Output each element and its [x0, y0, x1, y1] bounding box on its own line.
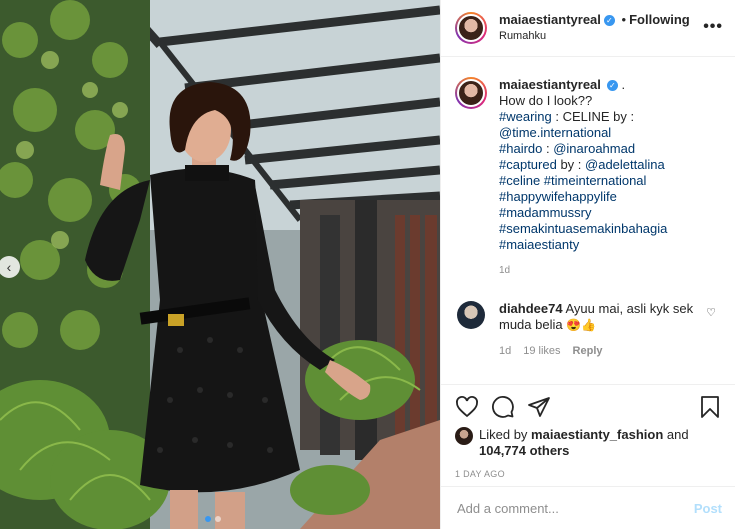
comment-like-heart-icon[interactable]: ♡	[706, 306, 716, 319]
post-timestamp[interactable]: 1 DAY AGO	[455, 469, 722, 479]
commenter-avatar[interactable]	[457, 301, 485, 329]
hashtag-link[interactable]: #madammussry	[499, 205, 719, 221]
mention-link[interactable]: @time.international	[499, 125, 719, 141]
comment-body: diahdee74 Ayuu mai, asli kyk sek muda be…	[499, 301, 699, 359]
comments-list[interactable]: maiaestiantyreal ✓ . How do I look?? #wea…	[441, 56, 735, 384]
more-options-icon[interactable]: •••	[703, 18, 723, 36]
verified-badge-icon: ✓	[603, 15, 615, 27]
hashtag-link[interactable]: #celine #timeinternational	[499, 173, 719, 189]
caption-captured-line: #captured by : @adelettalina	[499, 157, 719, 173]
comment-emojis: 😍👍	[566, 318, 597, 332]
following-button[interactable]: Following	[629, 12, 690, 27]
likes-text: Liked by maiaestianty_fashion and 104,77…	[479, 427, 689, 459]
header-text: maiaestiantyreal ✓ • Following Rumahku	[499, 12, 690, 44]
mention-link[interactable]: @adelettalina	[585, 157, 665, 172]
comment-likes-count[interactable]: 19 likes	[523, 343, 560, 359]
hashtag-link[interactable]: #happywifehappylife	[499, 189, 719, 205]
add-comment-input[interactable]	[455, 499, 694, 517]
carousel-indicator	[205, 516, 221, 522]
hashtag-link[interactable]: #semakintuasemakinbahagia	[499, 221, 719, 237]
location-link[interactable]: Rumahku	[499, 28, 690, 44]
caption-time: 1d	[499, 265, 511, 276]
follow-separator: •	[621, 12, 627, 27]
likes-count[interactable]: 104,774 others	[479, 443, 569, 458]
caption-wearing-line: #wearing : CELINE by :	[499, 109, 719, 125]
likes-summary: Liked by maiaestianty_fashion and 104,77…	[455, 427, 722, 459]
carousel-dot-2	[215, 516, 221, 522]
post-side-panel: maiaestiantyreal ✓ • Following Rumahku •••…	[440, 0, 735, 529]
caption-line: How do I look??	[499, 93, 593, 108]
hashtag-link[interactable]: #wearing	[499, 109, 552, 124]
liker-username[interactable]: maiaestianty_fashion	[531, 427, 663, 442]
caption-trailing: .	[621, 77, 626, 92]
instagram-post-window: ‹ maiaestiantyreal ✓ • Following Rumahku •…	[0, 0, 735, 529]
add-comment-bar: Post	[441, 486, 735, 529]
hashtag-link[interactable]: #maiaestianty	[499, 237, 719, 253]
comment-item: diahdee74 Ayuu mai, asli kyk sek muda be…	[441, 279, 735, 359]
share-icon[interactable]	[527, 395, 551, 419]
author-username[interactable]: maiaestiantyreal	[499, 12, 601, 27]
caption-text: : CELINE by :	[551, 109, 635, 124]
post-photo[interactable]: ‹	[0, 0, 440, 529]
author-avatar[interactable]	[455, 12, 487, 44]
comment-icon[interactable]	[491, 395, 515, 419]
post-comment-button[interactable]: Post	[694, 501, 722, 516]
avatar-image	[457, 14, 485, 42]
likes-and: and	[666, 427, 689, 442]
chevron-left-icon: ‹	[6, 259, 12, 275]
heart-icon[interactable]	[455, 395, 479, 419]
bookmark-icon[interactable]	[698, 395, 722, 419]
verified-badge-icon: ✓	[606, 80, 618, 92]
action-icons	[455, 395, 722, 419]
carousel-dot-1	[205, 516, 211, 522]
caption-body: maiaestiantyreal ✓ . How do I look?? #wea…	[499, 77, 719, 279]
avatar-image	[457, 79, 485, 107]
comment-meta: 1d 19 likes Reply	[499, 343, 699, 359]
hashtag-link[interactable]: #captured	[499, 157, 557, 172]
liker-avatar[interactable]	[455, 427, 473, 445]
caption-avatar[interactable]	[455, 77, 487, 109]
likes-prefix: Liked by	[479, 427, 528, 442]
reply-button[interactable]: Reply	[573, 343, 603, 359]
post-header: maiaestiantyreal ✓ • Following Rumahku •••	[441, 0, 735, 57]
caption-text: :	[542, 141, 554, 156]
caption: maiaestiantyreal ✓ . How do I look?? #wea…	[441, 56, 735, 279]
caption-username[interactable]: maiaestiantyreal	[499, 77, 601, 92]
commenter-username[interactable]: diahdee74	[499, 301, 563, 316]
photo-illustration	[0, 0, 440, 529]
caption-text: by :	[556, 157, 586, 172]
post-actions: Liked by maiaestianty_fashion and 104,77…	[441, 384, 735, 486]
hashtag-link[interactable]: #hairdo	[499, 141, 542, 156]
mention-link[interactable]: @inaroahmad	[553, 141, 635, 156]
comment-time: 1d	[499, 345, 512, 357]
caption-hairdo-line: #hairdo : @inaroahmad	[499, 141, 719, 157]
